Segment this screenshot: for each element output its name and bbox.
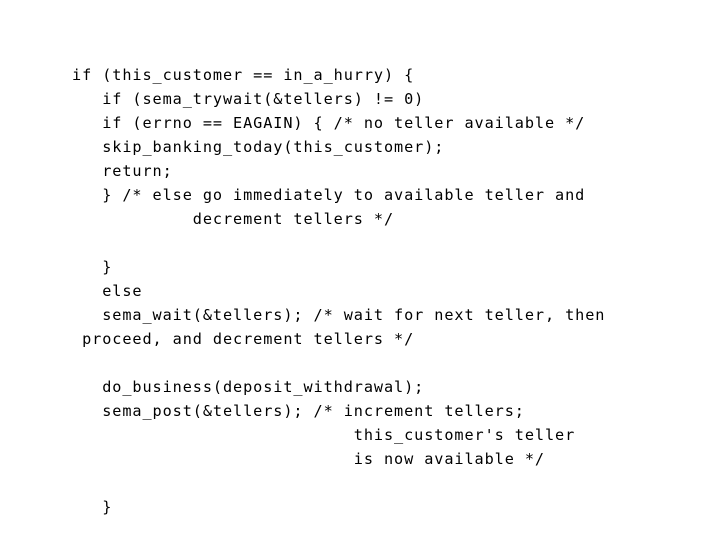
code-line: else (72, 282, 143, 301)
code-line: } /* else go immediately to available te… (72, 186, 586, 205)
slide-canvas: if (this_customer == in_a_hurry) { if (s… (0, 0, 720, 540)
code-line: if (this_customer == in_a_hurry) { (72, 66, 415, 85)
code-line: do_business(deposit_withdrawal); (72, 378, 425, 397)
code-line: sema_wait(&tellers); /* wait for next te… (72, 306, 606, 325)
code-line: if (errno == EAGAIN) { /* no teller avai… (72, 114, 586, 133)
code-block: if (this_customer == in_a_hurry) { if (s… (72, 63, 692, 519)
code-line: sema_post(&tellers); /* increment teller… (72, 402, 525, 421)
code-line: } (72, 258, 113, 277)
code-line: skip_banking_today(this_customer); (72, 138, 445, 157)
code-line: decrement tellers */ (72, 210, 395, 229)
code-line: is now available */ (72, 450, 545, 469)
code-line: return; (72, 162, 173, 181)
code-line: if (sema_trywait(&tellers) != 0) (72, 90, 425, 109)
code-line: proceed, and decrement tellers */ (72, 330, 415, 349)
code-line: } (72, 498, 113, 517)
code-line: this_customer's teller (72, 426, 576, 445)
